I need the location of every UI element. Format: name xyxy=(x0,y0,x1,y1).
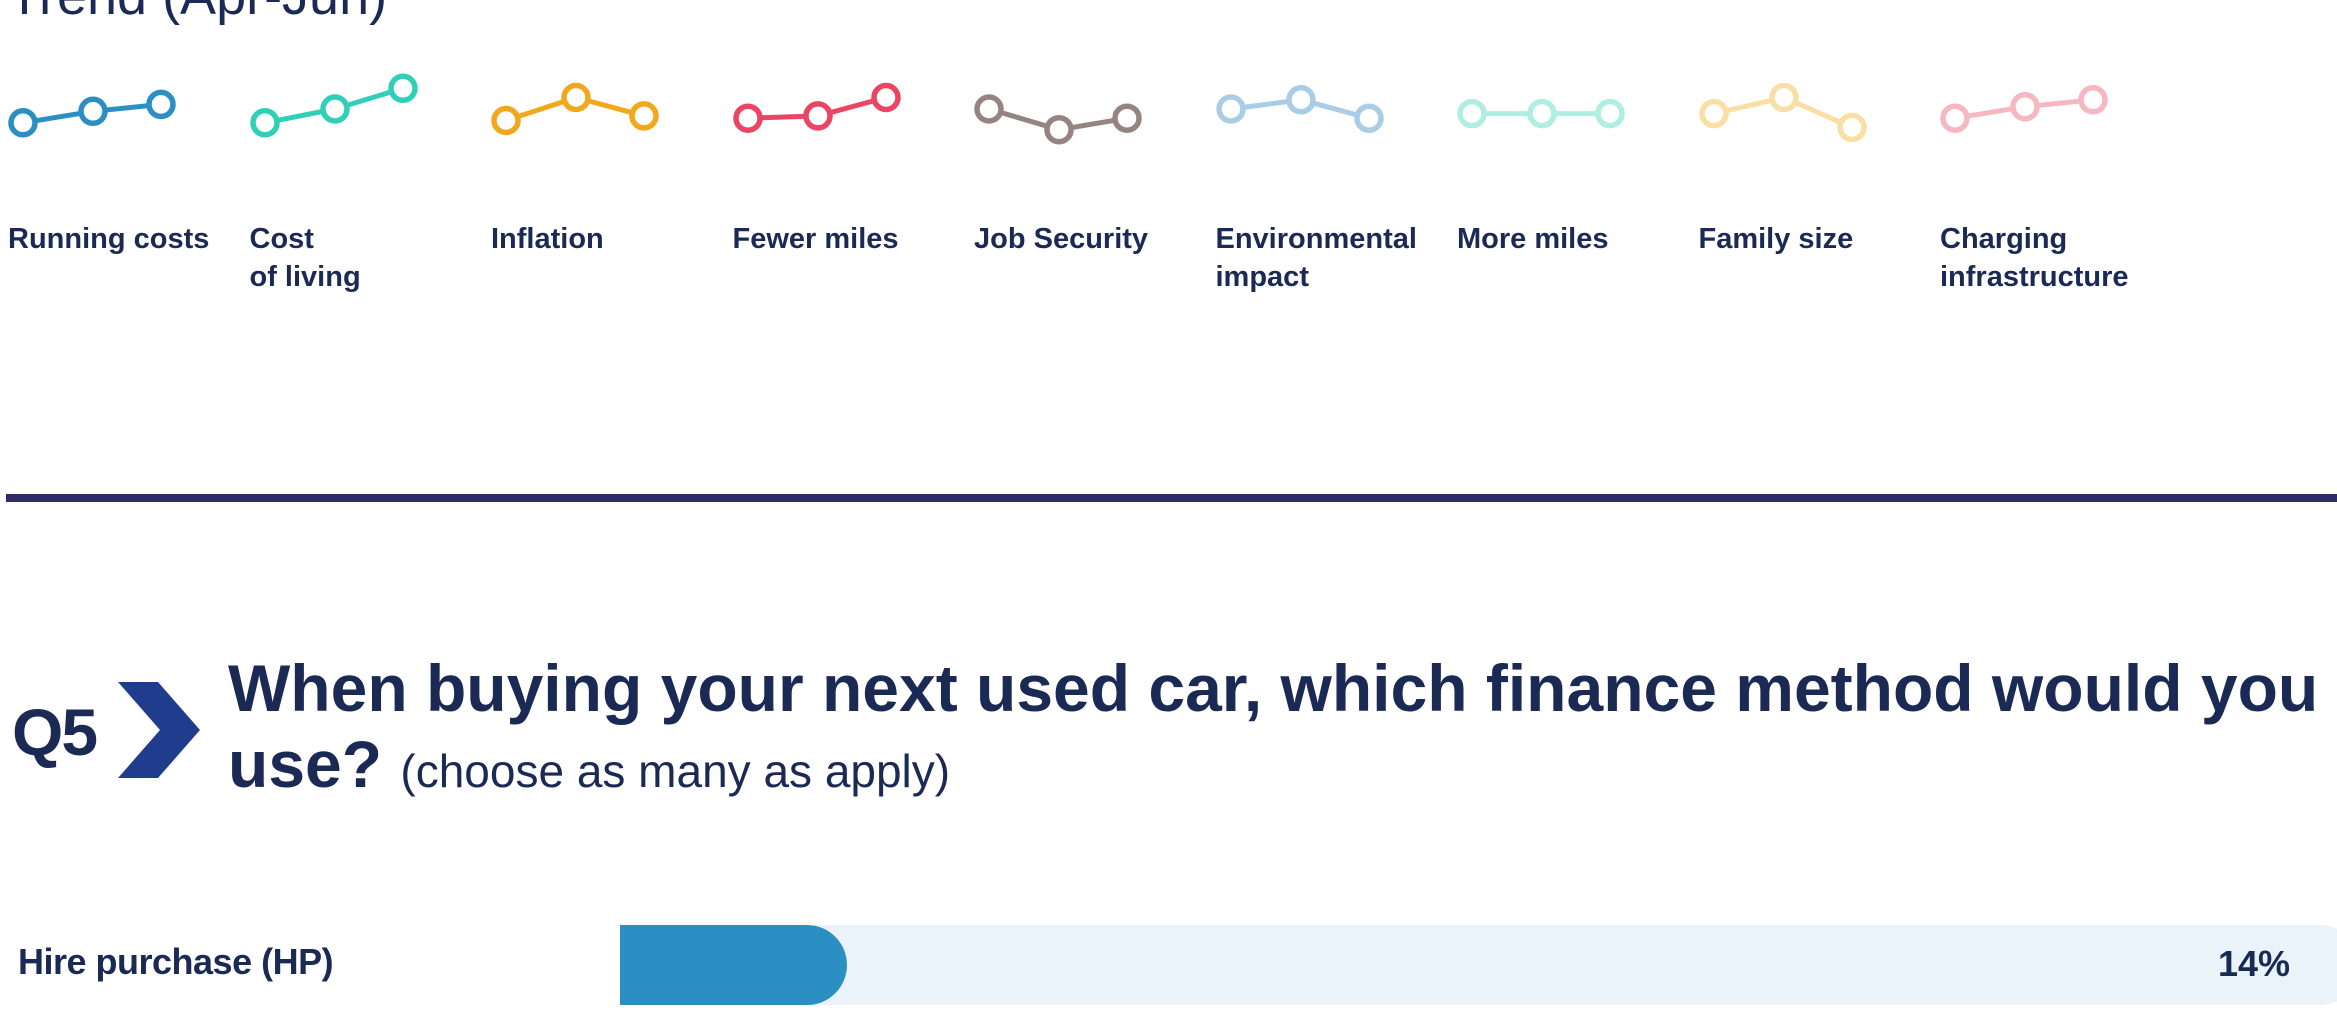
sparkline-point xyxy=(387,73,418,104)
legend-label: Inflation xyxy=(491,223,604,255)
legend-label: Charging infrastructure xyxy=(1940,223,2129,293)
sparkline-point xyxy=(1044,114,1074,145)
bar-fill xyxy=(620,925,847,1005)
sparkline-point xyxy=(1836,112,1867,143)
chevron-right-icon xyxy=(118,682,200,778)
sparkline xyxy=(249,73,418,138)
legend-label: Family size xyxy=(1698,223,1854,255)
sparkline xyxy=(1215,85,1384,133)
bar-label: Hire purchase (HP) xyxy=(18,941,334,982)
sparkline-point xyxy=(1527,98,1557,129)
question-text: When buying your next used car, which fi… xyxy=(228,650,2328,809)
sparkline-point xyxy=(1768,82,1799,113)
sparkline-point xyxy=(1940,103,1970,133)
sparkline-point xyxy=(561,82,591,113)
sparkline-point xyxy=(732,103,763,133)
legend-label: Cost of living xyxy=(249,223,361,293)
sparkline xyxy=(974,94,1142,145)
sparkline-point xyxy=(319,94,350,124)
sparkline-point xyxy=(2078,85,2108,115)
section-divider xyxy=(6,494,2337,502)
sparkline-point xyxy=(1112,103,1142,133)
sparkline xyxy=(1457,98,1625,129)
sparkline xyxy=(8,89,176,138)
sparkline-point xyxy=(8,108,38,138)
legend-label: Fewer miles xyxy=(732,223,899,255)
trend-title: Trend (Apr-Jun) xyxy=(8,0,387,26)
sparkline-point xyxy=(629,101,659,131)
question-subtext: (choose as many as apply) xyxy=(400,745,951,797)
bar-value: 14% xyxy=(2217,943,2290,984)
sparkline-point xyxy=(249,108,280,138)
sparkline xyxy=(1698,82,1867,143)
sparkline-point xyxy=(1595,98,1625,129)
bar-row: Hire purchase (HP) 14% xyxy=(0,925,2337,1005)
legend-label: Running costs xyxy=(8,223,210,255)
sparkline-point xyxy=(491,105,521,136)
sparkline-point xyxy=(870,82,901,113)
sparkline-point xyxy=(1457,98,1487,129)
sparkline-point xyxy=(1285,85,1316,115)
sparkline-point xyxy=(802,101,833,131)
legend-label: Job Security xyxy=(974,223,1149,255)
sparkline-point xyxy=(146,89,176,120)
question-number: Q5 xyxy=(12,695,98,769)
sparkline-point xyxy=(78,96,108,127)
sparkline xyxy=(732,82,901,133)
legend-label: Environmental impact xyxy=(1215,223,1417,293)
sparkline xyxy=(1940,85,2108,133)
sparkline-point xyxy=(1698,98,1729,129)
bar-track xyxy=(620,925,2337,1005)
sparkline-point xyxy=(1353,103,1384,133)
sparkline-point xyxy=(974,94,1004,124)
sparkline-point xyxy=(2010,91,2040,122)
legend-label: More miles xyxy=(1457,223,1609,255)
sparkline-point xyxy=(1215,94,1246,124)
sparkline xyxy=(491,82,659,136)
